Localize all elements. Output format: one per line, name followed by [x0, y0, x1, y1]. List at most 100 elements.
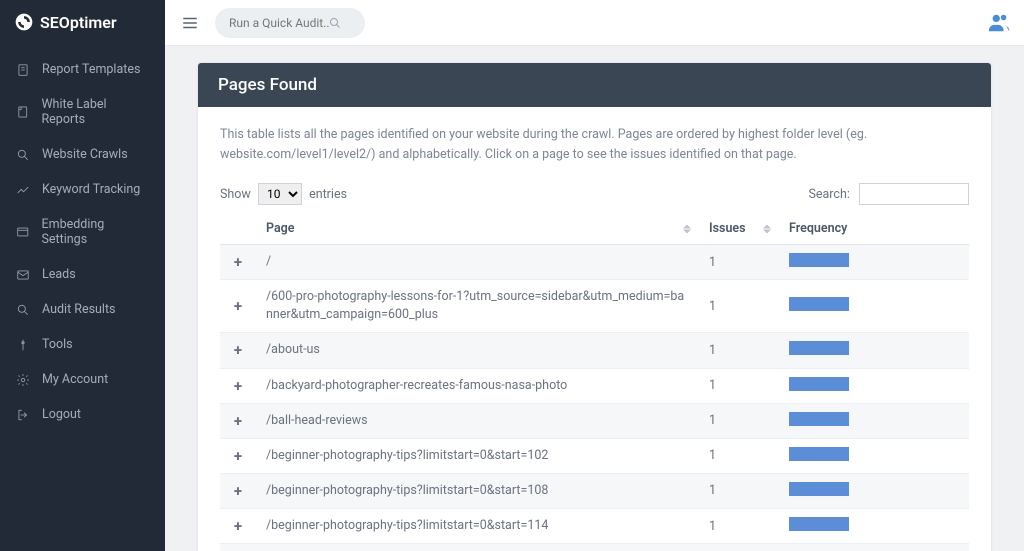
gear-icon [16, 373, 30, 387]
sidebar-item-tools[interactable]: Tools [0, 327, 165, 362]
frequency-bar [789, 297, 849, 311]
cell-page: /backyard-photographer-recreates-famous-… [256, 368, 699, 403]
sidebar-nav: Report Templates White Label Reports Websi… [0, 44, 165, 440]
cell-issues: 1 [699, 333, 779, 368]
cell-page: /beginner-photography-tips?limitstart=0&… [256, 544, 699, 551]
search-icon [329, 17, 341, 29]
cell-frequency [779, 438, 969, 473]
table-row[interactable]: + /600-pro-photography-lessons-for-1?utm_… [220, 280, 969, 333]
expand-icon[interactable]: + [234, 341, 242, 359]
nav-label: My Account [42, 372, 108, 387]
tools-icon [16, 338, 30, 352]
cell-page: /beginner-photography-tips?limitstart=0&… [256, 509, 699, 544]
table-row[interactable]: + /beginner-photography-tips?limitstart=0… [220, 473, 969, 508]
logo-icon [14, 12, 34, 32]
sidebar-item-report-templates[interactable]: Report Templates [0, 52, 165, 87]
cell-frequency [779, 245, 969, 280]
cell-frequency [779, 509, 969, 544]
search-icon [16, 148, 30, 162]
audit-icon [16, 303, 30, 317]
col-page[interactable]: Page [256, 213, 699, 245]
frequency-bar [789, 412, 849, 426]
quick-audit-search[interactable] [215, 8, 365, 38]
frequency-bar [789, 447, 849, 461]
cell-page: /600-pro-photography-lessons-for-1?utm_s… [256, 280, 699, 333]
table-row[interactable]: + /beginner-photography-tips?limitstart=0… [220, 438, 969, 473]
expand-icon[interactable]: + [234, 412, 242, 430]
topbar [165, 0, 1024, 46]
sidebar-item-leads[interactable]: Leads [0, 257, 165, 292]
file-icon [16, 63, 30, 77]
cell-issues: 1 [699, 368, 779, 403]
cell-issues: 1 [699, 544, 779, 551]
table-row[interactable]: + /beginner-photography-tips?limitstart=0… [220, 509, 969, 544]
table-row[interactable]: +/ball-head-reviews1 [220, 403, 969, 438]
frequency-bar [789, 377, 849, 391]
trend-icon [16, 183, 30, 197]
mail-icon [16, 268, 30, 282]
expand-icon[interactable]: + [234, 253, 242, 271]
table-search-input[interactable] [859, 183, 969, 205]
cell-frequency [779, 473, 969, 508]
nav-label: Audit Results [42, 302, 116, 317]
document-icon [16, 105, 29, 119]
cell-issues: 1 [699, 438, 779, 473]
brand-logo[interactable]: SEOptimer [0, 0, 165, 44]
sidebar-item-keyword-tracking[interactable]: Keyword Tracking [0, 172, 165, 207]
main: Pages Found This table lists all the pag… [165, 0, 1024, 551]
nav-label: Leads [42, 267, 76, 282]
cell-page: /beginner-photography-tips?limitstart=0&… [256, 438, 699, 473]
cell-frequency [779, 333, 969, 368]
table-search: Search: [808, 183, 969, 205]
table-row[interactable]: + /backyard-photographer-recreates-famous… [220, 368, 969, 403]
nav-label: Tools [42, 337, 73, 352]
cell-frequency [779, 544, 969, 551]
nav-label: Keyword Tracking [42, 182, 140, 197]
expand-icon[interactable]: + [234, 297, 242, 315]
cell-frequency [779, 403, 969, 438]
brand-name: SEOptimer [40, 13, 117, 32]
cell-frequency [779, 280, 969, 333]
table-row[interactable]: + /1 [220, 245, 969, 280]
quick-audit-input[interactable] [229, 16, 329, 30]
table-row[interactable]: + /about-us1 [220, 333, 969, 368]
cell-issues: 1 [699, 403, 779, 438]
nav-label: Report Templates [42, 62, 140, 77]
frequency-bar [789, 341, 849, 355]
cell-page: / [256, 245, 699, 280]
sidebar-item-embedding-settings[interactable]: Embedding Settings [0, 207, 165, 257]
entries-control: Show 10 entries [220, 183, 347, 205]
expand-icon[interactable]: + [234, 447, 242, 465]
col-frequency[interactable]: Frequency [779, 213, 969, 245]
table-body: +/1+/600-pro-photography-lessons-for-1?u… [220, 245, 969, 551]
frequency-bar [789, 482, 849, 496]
menu-icon [181, 14, 199, 32]
sidebar-item-my-account[interactable]: My Account [0, 362, 165, 397]
sidebar-item-website-crawls[interactable]: Website Crawls [0, 137, 165, 172]
sidebar: SEOptimer Report Templates White Label Re… [0, 0, 165, 551]
cell-page: /about-us [256, 333, 699, 368]
page-size-select[interactable]: 10 [258, 183, 302, 205]
cell-issues: 1 [699, 245, 779, 280]
panel-title: Pages Found [198, 63, 991, 107]
cell-issues: 1 [699, 280, 779, 333]
expand-icon[interactable]: + [234, 517, 242, 535]
users-icon[interactable] [988, 12, 1010, 34]
cell-frequency [779, 368, 969, 403]
cell-issues: 1 [699, 473, 779, 508]
pages-table: Page Issues Frequency +/1+/600-pro-photo… [220, 213, 969, 551]
cell-issues: 1 [699, 509, 779, 544]
sidebar-item-logout[interactable]: Logout [0, 397, 165, 432]
content-area: Pages Found This table lists all the pag… [165, 46, 1024, 551]
expand-icon[interactable]: + [234, 482, 242, 500]
nav-label: White Label Reports [41, 97, 149, 127]
frequency-bar [789, 517, 849, 531]
cell-page: /beginner-photography-tips?limitstart=0&… [256, 473, 699, 508]
sidebar-item-audit-results[interactable]: Audit Results [0, 292, 165, 327]
expand-icon[interactable]: + [234, 377, 242, 395]
sidebar-item-white-label-reports[interactable]: White Label Reports [0, 87, 165, 137]
panel-description: This table lists all the pages identifie… [220, 125, 969, 165]
table-row[interactable]: +/beginner-photography-tips?limitstart=0… [220, 544, 969, 551]
menu-toggle-button[interactable] [179, 12, 201, 34]
col-issues[interactable]: Issues [699, 213, 779, 245]
